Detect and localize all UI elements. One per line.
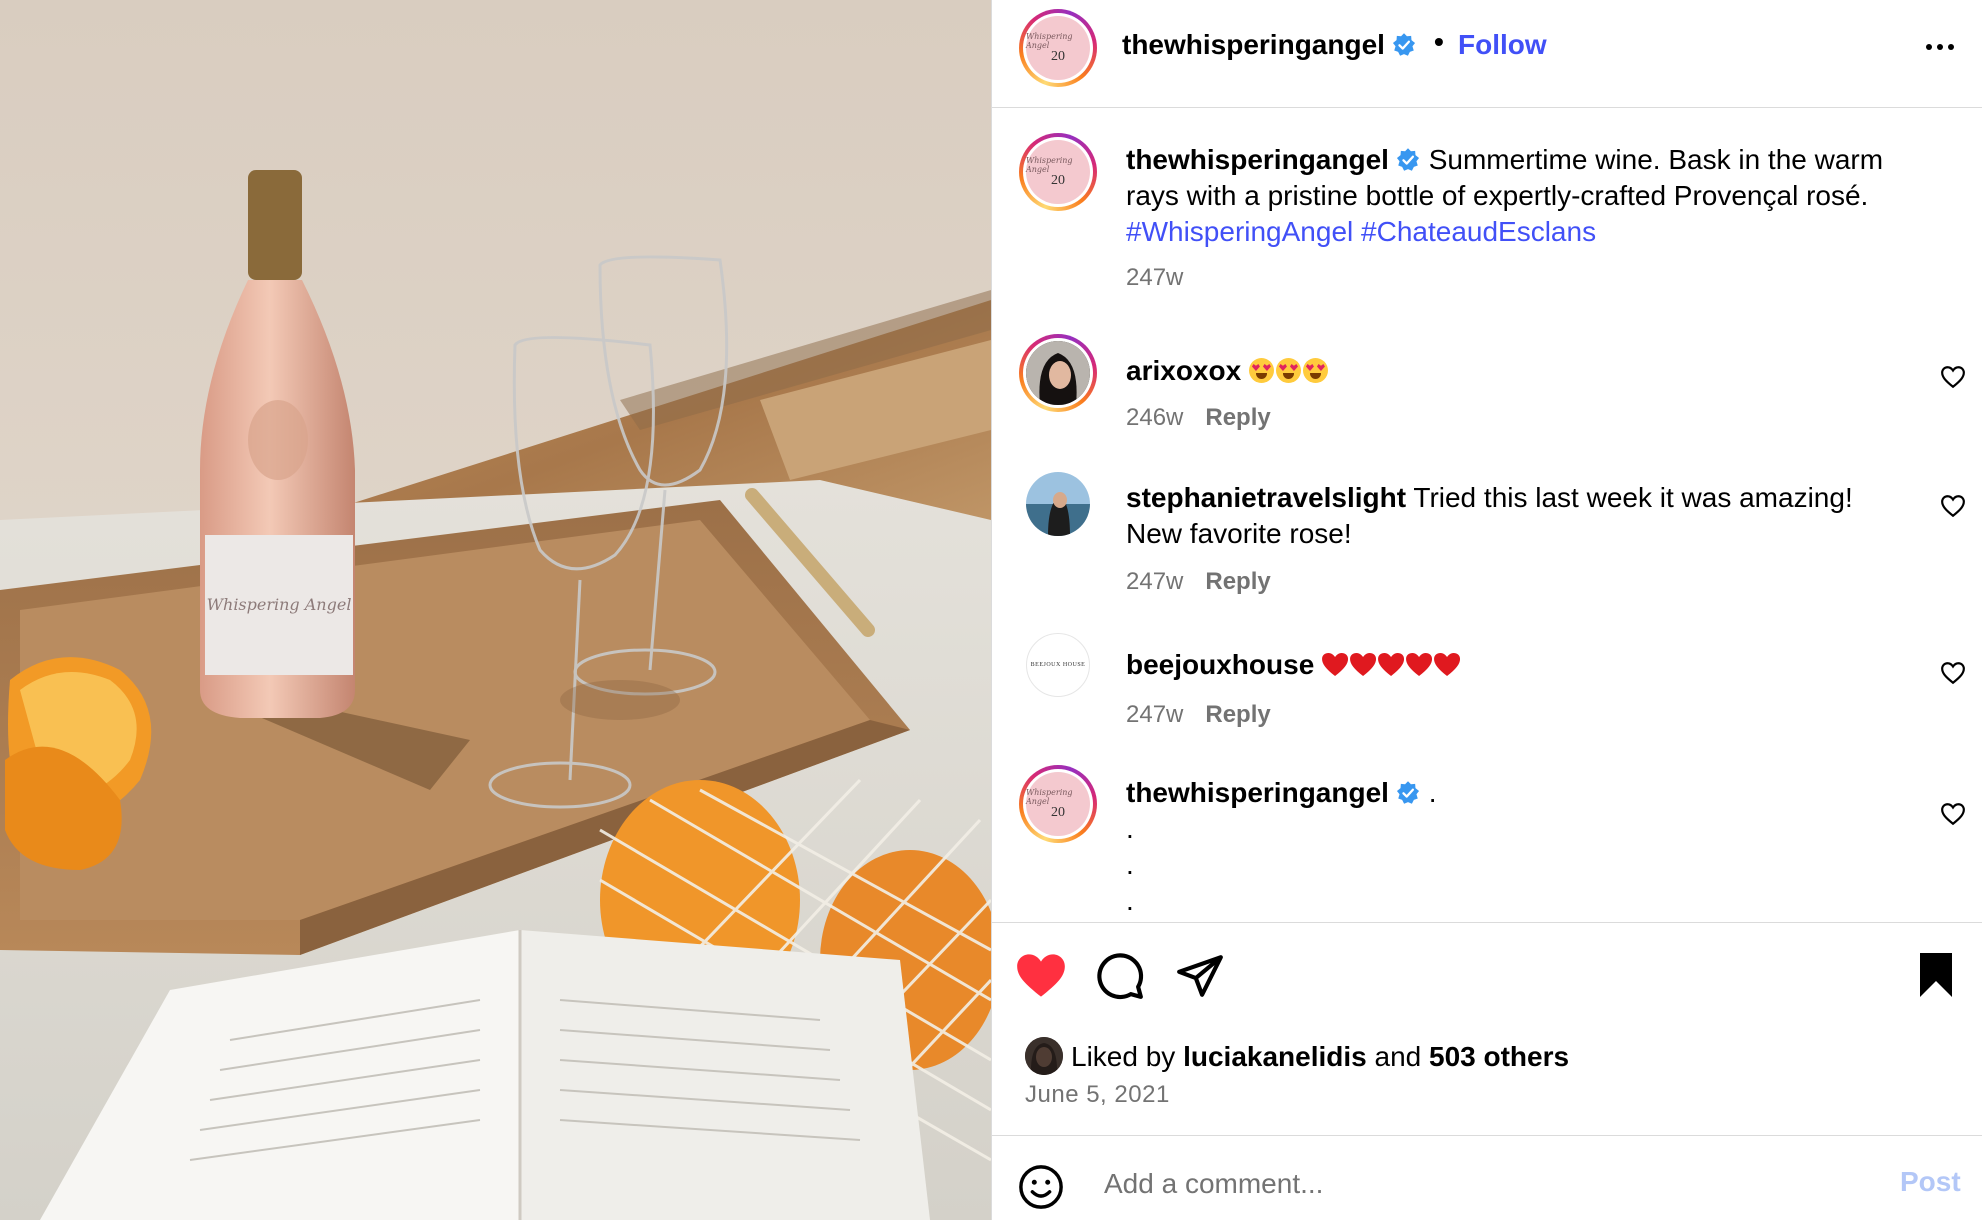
liker-username[interactable]: luciakanelidis bbox=[1183, 1041, 1367, 1072]
share-icon[interactable] bbox=[1175, 951, 1225, 1001]
likes-and: and bbox=[1374, 1041, 1422, 1072]
commenter-username[interactable]: thewhisperingangel bbox=[1126, 777, 1389, 808]
post-side-panel: Whispering Angel 20 thewhisperingangel •… bbox=[991, 0, 1982, 1220]
heart-icon[interactable] bbox=[1015, 951, 1067, 999]
caption-username[interactable]: thewhisperingangel bbox=[1126, 144, 1389, 175]
comment-text: stephanietravelslight Tried this last we… bbox=[1126, 480, 1906, 552]
emoji-icon[interactable] bbox=[1018, 1164, 1064, 1210]
like-comment-heart-icon[interactable] bbox=[1940, 801, 1966, 827]
add-comment-bar: Post bbox=[992, 1135, 1982, 1220]
more-options-icon[interactable] bbox=[1920, 30, 1960, 60]
commenter-avatar[interactable]: BEEJOUX HOUSE bbox=[1026, 633, 1090, 697]
reply-button[interactable]: Reply bbox=[1205, 568, 1270, 595]
comment-text: thewhisperingangel . . . . bbox=[1126, 775, 1906, 919]
comment-age[interactable]: 246w bbox=[1126, 404, 1183, 431]
hashtag-link[interactable]: #ChateaudEsclans bbox=[1361, 216, 1596, 247]
avatar-script-text: Whispering Angel bbox=[1026, 32, 1073, 50]
caption-text: thewhisperingangel Summertime wine. Bask… bbox=[1126, 142, 1906, 250]
commenter-username[interactable]: stephanietravelslight bbox=[1126, 482, 1406, 513]
avatar-number-text: 20 bbox=[1051, 173, 1065, 188]
post-header: Whispering Angel 20 thewhisperingangel •… bbox=[992, 0, 1982, 108]
comment-meta: 247w Reply bbox=[1126, 568, 1271, 596]
comment-text: arixoxox bbox=[1126, 353, 1906, 389]
reply-button[interactable]: Reply bbox=[1205, 701, 1270, 728]
comment-age[interactable]: 247w bbox=[1126, 701, 1183, 728]
like-comment-heart-icon[interactable] bbox=[1940, 493, 1966, 519]
commenter-avatar[interactable] bbox=[1026, 472, 1090, 536]
like-comment-heart-icon[interactable] bbox=[1940, 364, 1966, 390]
comment-age[interactable]: 247w bbox=[1126, 568, 1183, 595]
comment-icon[interactable] bbox=[1095, 951, 1145, 1001]
verified-badge-icon bbox=[1392, 33, 1415, 56]
comments-list[interactable]: Whispering Angel 20 thewhisperingangel S… bbox=[992, 109, 1982, 921]
follow-button[interactable]: Follow bbox=[1458, 29, 1547, 61]
comment-input[interactable] bbox=[1104, 1162, 1804, 1206]
avatar-script-text: Whispering Angel bbox=[1026, 788, 1073, 806]
author-avatar[interactable]: Whispering Angel 20 bbox=[1019, 9, 1097, 87]
bookmark-icon[interactable] bbox=[1914, 951, 1958, 999]
post-date[interactable]: June 5, 2021 bbox=[1025, 1081, 1170, 1109]
avatar-number-text: 20 bbox=[1051, 805, 1065, 820]
author-avatar[interactable]: Whispering Angel 20 bbox=[1019, 133, 1097, 211]
comment-age[interactable]: 247w bbox=[1126, 264, 1183, 291]
commenter-avatar[interactable] bbox=[1019, 334, 1097, 412]
comment-body-line: . bbox=[1126, 849, 1134, 880]
author-avatar[interactable]: Whispering Angel 20 bbox=[1019, 765, 1097, 843]
comment-meta: 247w Reply bbox=[1126, 701, 1271, 729]
hashtag-link[interactable]: #WhisperingAngel bbox=[1126, 216, 1353, 247]
commenter-username[interactable]: beejouxhouse bbox=[1126, 649, 1314, 680]
header-separator: • bbox=[1434, 26, 1444, 57]
caption-meta: 247w bbox=[1126, 264, 1183, 292]
post-actions: Liked by luciakanelidis and 503 others J… bbox=[992, 922, 1982, 1135]
author-username[interactable]: thewhisperingangel bbox=[1122, 29, 1417, 61]
likes-others-count[interactable]: 503 others bbox=[1429, 1041, 1569, 1072]
comment-body-line: . bbox=[1126, 813, 1134, 844]
verified-badge-icon bbox=[1396, 148, 1419, 171]
heart-eyes-emoji bbox=[1248, 355, 1330, 386]
likes-prefix: Liked by bbox=[1071, 1041, 1176, 1072]
likes-summary: Liked by luciakanelidis and 503 others bbox=[1025, 1037, 1569, 1075]
avatar-number-text: 20 bbox=[1051, 49, 1065, 64]
commenter-username[interactable]: arixoxox bbox=[1126, 355, 1241, 386]
red-heart-emoji bbox=[1322, 649, 1462, 680]
avatar-script-text: Whispering Angel bbox=[1026, 156, 1073, 174]
svg-text:Whispering Angel: Whispering Angel bbox=[207, 595, 352, 614]
comment-body-line: . bbox=[1428, 777, 1437, 808]
reply-button[interactable]: Reply bbox=[1205, 404, 1270, 431]
comment-body-line: . bbox=[1126, 885, 1134, 916]
post-photo[interactable]: Whispering Angel bbox=[0, 0, 991, 1220]
like-comment-heart-icon[interactable] bbox=[1940, 660, 1966, 686]
author-username-text[interactable]: thewhisperingangel bbox=[1122, 29, 1385, 60]
comment-text: beejouxhouse bbox=[1126, 647, 1906, 683]
comment-meta: 246w Reply bbox=[1126, 404, 1271, 432]
liker-avatar[interactable] bbox=[1025, 1037, 1063, 1075]
avatar-brand-text: BEEJOUX HOUSE bbox=[1030, 662, 1086, 668]
post-comment-button[interactable]: Post bbox=[1900, 1166, 1961, 1198]
verified-badge-icon bbox=[1396, 781, 1419, 804]
